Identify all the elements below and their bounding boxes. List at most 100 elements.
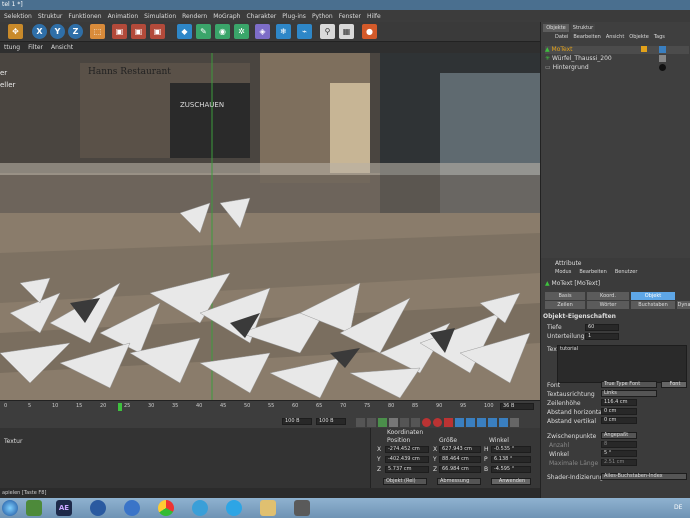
scene-icon[interactable]: ❄ [276,24,291,39]
tab-struktur[interactable]: Struktur [571,24,595,32]
tab-objekte[interactable]: Objekte [543,24,569,32]
autokey-icon[interactable] [433,418,442,427]
tab-basis[interactable]: Basis [545,292,585,300]
pos-x-field[interactable]: -274.452 cm [385,446,429,453]
list-item[interactable]: ▲ MoText [545,46,689,54]
go-end-icon[interactable] [411,418,420,427]
attr-menu-benutzer[interactable]: Benutzer [615,269,638,275]
z-axis-button[interactable]: Z [68,24,83,39]
text-input[interactable]: tutorial [557,345,687,383]
lineheight-field[interactable]: 116.4 cm [601,399,637,406]
material-tag-icon[interactable] [659,46,666,53]
array-icon[interactable]: ✲ [234,24,249,39]
param-key-icon[interactable] [488,418,497,427]
menu-item-hilfe[interactable]: Hilfe [367,13,381,20]
tab-dynamik[interactable]: Dyna [677,301,690,309]
align-select[interactable]: Links [601,390,657,397]
angle-field[interactable]: 5 ° [601,450,637,457]
record-icon[interactable] [422,418,431,427]
om-menu-datei[interactable]: Datei [555,34,568,40]
angle-p-field[interactable]: 6.138 ° [491,456,531,463]
move-tool-icon[interactable]: ✥ [8,24,23,39]
size-x-field[interactable]: 627.943 cm [439,446,481,453]
keyframe-icon[interactable] [444,418,453,427]
menu-item-funktionen[interactable]: Funktionen [68,13,101,20]
deformer-icon[interactable]: ◈ [255,24,270,39]
cube-icon[interactable]: ◆ [177,24,192,39]
layer-icon[interactable]: ● [362,24,377,39]
step-forward-icon[interactable] [400,418,409,427]
folder-icon[interactable] [260,500,276,516]
menu-item-mograph[interactable]: MoGraph [213,13,240,20]
om-menu-ansicht[interactable]: Ansicht [606,34,624,40]
subdivision-icon[interactable]: ◉ [215,24,230,39]
coordinate-system-icon[interactable]: ⬚ [90,24,105,39]
list-item[interactable]: ▭ Hintergrund [545,64,689,72]
pos-z-field[interactable]: 5.737 cm [385,466,429,473]
viewport-menu-ansicht-left[interactable]: ttung [4,44,20,51]
frame-field-b[interactable]: 100 B [316,418,346,425]
size-y-field[interactable]: 88.464 cm [439,456,481,463]
frame-field-a[interactable]: 100 B [282,418,312,425]
point-key-icon[interactable] [499,418,508,427]
menu-item-fenster[interactable]: Fenster [339,13,361,20]
language-indicator[interactable]: DE [674,504,682,511]
after-effects-icon[interactable]: AE [56,500,72,516]
go-start-icon[interactable] [356,418,365,427]
depth-field[interactable]: 60 [585,324,619,331]
menu-item-animation[interactable]: Animation [108,13,139,20]
app-icon[interactable] [294,500,310,516]
minecraft-icon[interactable] [26,500,42,516]
menu-item-struktur[interactable]: Struktur [38,13,63,20]
menu-item-selektion[interactable]: Selektion [4,13,32,20]
menu-item-rendern[interactable]: Rendern [182,13,207,20]
step-back-icon[interactable] [367,418,376,427]
camera-icon[interactable]: ⌁ [297,24,312,39]
viewport-menu-filter[interactable]: Filter [28,44,43,51]
chrome-icon[interactable] [158,500,174,516]
tag-icon[interactable] [641,46,647,52]
background-tag-icon[interactable] [659,64,666,71]
font-select[interactable]: True Type Font [601,381,657,388]
timeline-playhead[interactable] [118,403,122,411]
tab-woerter[interactable]: Wörter [587,301,629,309]
maxlen-field[interactable]: 2.51 cm [601,459,637,466]
om-menu-objekte[interactable]: Objekte [629,34,649,40]
render-settings-icon[interactable]: ▣ [150,24,165,39]
spline-pen-icon[interactable]: ✎ [196,24,211,39]
attr-menu-bearbeiten[interactable]: Bearbeiten [579,269,606,275]
y-axis-button[interactable]: Y [50,24,65,39]
menu-item-python[interactable]: Python [312,13,333,20]
subdivision-field[interactable]: 1 [585,333,619,340]
current-frame-field[interactable]: 36 B [500,403,534,410]
hspace-field[interactable]: 0 cm [601,408,637,415]
angle-b-field[interactable]: -4.595 ° [491,466,531,473]
tab-objekt[interactable]: Objekt [631,292,675,300]
font-button[interactable]: Font [661,381,687,388]
play-icon[interactable] [378,418,387,427]
grid-icon[interactable]: ▦ [339,24,354,39]
count-field[interactable]: 8 [601,441,637,448]
menu-item-plugins[interactable]: Plug-ins [282,13,306,20]
angle-h-field[interactable]: -0.535 ° [491,446,531,453]
cinema4d-icon[interactable] [90,500,106,516]
move-key-icon[interactable] [455,418,464,427]
attr-menu-modus[interactable]: Modus [555,269,571,275]
shader-select[interactable]: Alles-Buchstaben-Index [601,473,687,480]
tab-zeilen[interactable]: Zeilen [545,301,585,309]
om-menu-bearbeiten[interactable]: Bearbeiten [573,34,600,40]
apply-button[interactable]: Anwenden [491,478,531,485]
om-menu-tags[interactable]: Tags [654,34,665,40]
x-axis-button[interactable]: X [32,24,47,39]
rotate-key-icon[interactable] [466,418,475,427]
render-view-icon[interactable]: ▣ [112,24,127,39]
globe-icon[interactable] [124,500,140,516]
coord-mode-select[interactable]: Objekt (Rel) [383,478,427,485]
viewport-menu-ansicht[interactable]: Ansicht [51,44,73,51]
skype-icon[interactable] [226,500,242,516]
menu-item-simulation[interactable]: Simulation [144,13,176,20]
coord-size-select[interactable]: Abmessung [437,478,481,485]
play-forward-icon[interactable] [389,418,398,427]
list-item[interactable]: ✳ Würfel_Thaussi_200 [545,55,689,63]
points-select[interactable]: Angepaßt [601,432,637,439]
